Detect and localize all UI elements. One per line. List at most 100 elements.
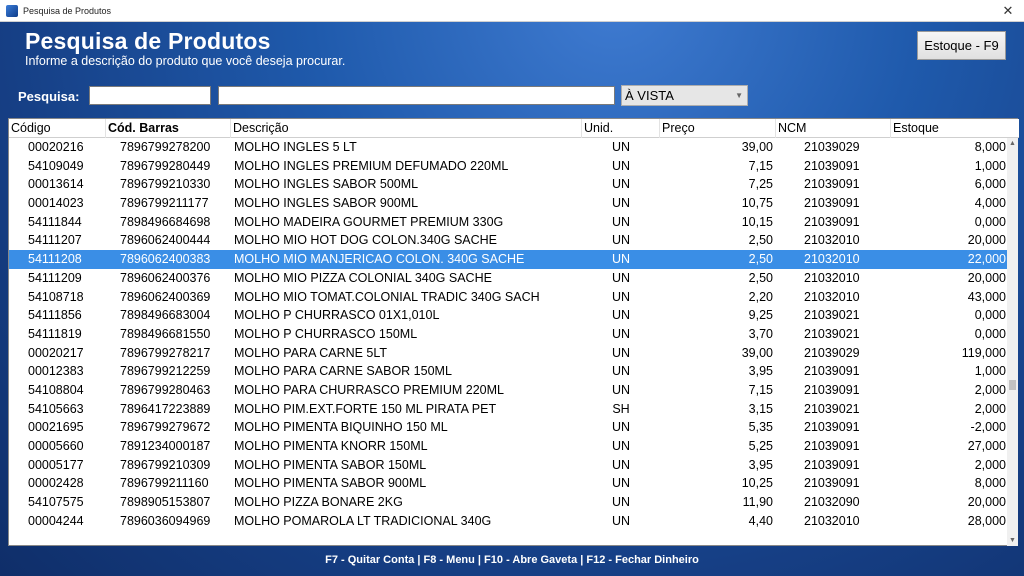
cell-estoque: 22,000 (967, 252, 1006, 267)
table-row[interactable]: 00004244 7896036094969 MOLHO POMAROLA LT T… (9, 512, 1007, 531)
table-row[interactable]: 00020217 7896799278217 MOLHO PARA CARNE 5L… (9, 344, 1007, 363)
cell-ncm: 21039091 (804, 158, 860, 173)
cell-estoque: 1,000 (974, 158, 1006, 173)
products-table[interactable]: Código Cód. Barras Descrição Unid. Preço… (8, 118, 1019, 546)
cell-preco: 5,35 (748, 420, 773, 435)
scroll-down-icon[interactable]: ▼ (1007, 535, 1018, 546)
column-header-codigo[interactable]: Código (9, 121, 51, 135)
table-row[interactable]: 54111856 7898496683004 MOLHO P CHURRASCO 0… (9, 306, 1007, 325)
cell-descricao: MOLHO INGLES SABOR 900ML (234, 196, 419, 211)
cell-preco: 3,70 (748, 326, 773, 341)
cell-descricao: MOLHO PIM.EXT.FORTE 150 ML PIRATA PET (234, 401, 497, 416)
search-input[interactable] (218, 86, 615, 105)
column-divider (230, 119, 231, 138)
cell-ncm: 21039091 (804, 364, 860, 379)
cell-ncm: 21032010 (804, 252, 860, 267)
table-row[interactable]: 54111819 7898496681550 MOLHO P CHURRASCO 1… (9, 325, 1007, 344)
table-row[interactable]: 00013614 7896799210330 MOLHO INGLES SABOR … (9, 175, 1007, 194)
cell-codigo: 00013614 (28, 177, 84, 192)
cell-cod-barras: 7896799280463 (120, 382, 211, 397)
shortcut-bar: F7 - Quitar Conta | F8 - Menu | F10 - Ab… (325, 554, 699, 566)
cell-cod-barras: 7896799279672 (120, 420, 211, 435)
column-header-descricao[interactable]: Descrição (231, 121, 289, 135)
app-icon (6, 4, 18, 17)
column-header-cod-barras[interactable]: Cód. Barras (106, 121, 179, 135)
cell-preco: 9,25 (748, 308, 773, 323)
cell-descricao: MOLHO MIO MANJERICAO COLON. 340G SACHE (234, 252, 525, 267)
search-code-input[interactable] (89, 86, 211, 105)
table-row[interactable]: 54111208 7896062400383 MOLHO MIO MANJERICA… (9, 250, 1007, 269)
cell-codigo: 54111209 (28, 270, 82, 285)
cell-estoque: 27,000 (967, 439, 1006, 453)
cell-preco: 2,50 (748, 233, 773, 248)
cell-descricao: MOLHO MIO PIZZA COLONIAL 340G SACHE (234, 270, 492, 285)
table-row[interactable]: 54108804 7896799280463 MOLHO PARA CHURRASC… (9, 381, 1007, 400)
cell-cod-barras: 7896799211160 (120, 476, 209, 491)
close-icon[interactable]: ✕ (992, 0, 1024, 22)
table-row[interactable]: 00005660 7891234000187 MOLHO PIMENTA KNORR… (9, 437, 1007, 456)
cell-descricao: MOLHO PARA CHURRASCO PREMIUM 220ML (234, 382, 504, 397)
column-header-preco[interactable]: Preço (660, 121, 695, 135)
vertical-scrollbar[interactable]: ▲ ▼ (1007, 138, 1018, 546)
table-row[interactable]: 54111844 7898496684698 MOLHO MADEIRA GOURM… (9, 213, 1007, 232)
cell-unid: UN (611, 420, 631, 435)
cell-cod-barras: 7896062400383 (120, 252, 211, 267)
cell-ncm: 21039021 (804, 308, 860, 323)
cell-estoque: 2,000 (974, 401, 1006, 416)
cell-estoque: 2,000 (974, 457, 1006, 472)
price-mode-select[interactable]: À VISTA ▼ (621, 85, 748, 106)
cell-unid: UN (611, 326, 631, 341)
table-row[interactable]: 00020216 7896799278200 MOLHO INGLES 5 LT UN… (9, 138, 1007, 157)
table-row[interactable]: 54105663 7896417223889 MOLHO PIM.EXT.FORTE… (9, 400, 1007, 419)
cell-preco: 39,00 (741, 345, 773, 360)
table-row[interactable]: 54109049 7896799280449 MOLHO INGLES PREMIU… (9, 157, 1007, 176)
scrollbar-thumb[interactable] (1009, 380, 1016, 390)
cell-descricao: MOLHO PIMENTA SABOR 150ML (234, 457, 427, 472)
cell-codigo: 00020216 (28, 140, 84, 154)
table-row[interactable]: 54111209 7896062400376 MOLHO MIO PIZZA COL… (9, 269, 1007, 288)
cell-estoque: 1,000 (974, 364, 1006, 379)
cell-ncm: 21039091 (804, 420, 860, 435)
cell-codigo: 54105663 (28, 401, 84, 416)
cell-cod-barras: 7898496684698 (120, 214, 211, 229)
cell-unid: UN (611, 252, 631, 267)
cell-estoque: 4,000 (974, 196, 1006, 211)
chevron-down-icon: ▼ (735, 91, 743, 100)
table-row[interactable]: 00012383 7896799212259 MOLHO PARA CARNE SA… (9, 362, 1007, 381)
table-row[interactable]: 54111207 7896062400444 MOLHO MIO HOT DOG C… (9, 231, 1007, 250)
cell-descricao: MOLHO PARA CARNE 5LT (234, 345, 388, 360)
table-row[interactable]: 00002428 7896799211160 MOLHO PIMENTA SABOR… (9, 474, 1007, 493)
cell-preco: 3,95 (748, 364, 773, 379)
cell-cod-barras: 7898496683004 (120, 308, 211, 323)
cell-unid: UN (611, 233, 631, 248)
cell-estoque: 119,000 (961, 345, 1006, 360)
cell-codigo: 54108804 (28, 382, 84, 397)
cell-preco: 2,50 (748, 270, 773, 285)
table-row[interactable]: 54107575 7898905153807 MOLHO PIZZA BONARE … (9, 493, 1007, 512)
table-row[interactable]: 00005177 7896799210309 MOLHO PIMENTA SABOR… (9, 456, 1007, 475)
table-row[interactable]: 00021695 7896799279672 MOLHO PIMENTA BIQUI… (9, 418, 1007, 437)
cell-unid: UN (611, 457, 631, 472)
window-titlebar: Pesquisa de Produtos ✕ (0, 0, 1024, 22)
cell-estoque: 20,000 (967, 233, 1006, 248)
cell-ncm: 21039021 (804, 401, 860, 416)
cell-descricao: MOLHO P CHURRASCO 01X1,010L (234, 308, 440, 323)
column-header-estoque[interactable]: Estoque (891, 121, 939, 135)
cell-unid: UN (611, 289, 631, 304)
cell-cod-barras: 7898496681550 (120, 326, 211, 341)
cell-codigo: 54111208 (28, 252, 82, 267)
column-header-unid[interactable]: Unid. (582, 121, 613, 135)
cell-descricao: MOLHO INGLES SABOR 500ML (234, 177, 419, 192)
cell-estoque: 0,000 (974, 326, 1006, 341)
cell-codigo: 54111819 (28, 326, 82, 341)
column-header-ncm[interactable]: NCM (776, 121, 806, 135)
scroll-up-icon[interactable]: ▲ (1007, 138, 1018, 149)
table-row[interactable]: 00014023 7896799211177 MOLHO INGLES SABOR … (9, 194, 1007, 213)
cell-descricao: MOLHO POMAROLA LT TRADICIONAL 340G (234, 513, 492, 528)
page-subtitle: Informe a descrição do produto que você … (25, 54, 346, 68)
cell-ncm: 21039091 (804, 457, 860, 472)
table-row[interactable]: 54108718 7896062400369 MOLHO MIO TOMAT.COL… (9, 288, 1007, 307)
cell-ncm: 21039091 (804, 196, 860, 211)
estoque-button[interactable]: Estoque - F9 (917, 31, 1006, 60)
cell-preco: 4,40 (748, 513, 773, 528)
